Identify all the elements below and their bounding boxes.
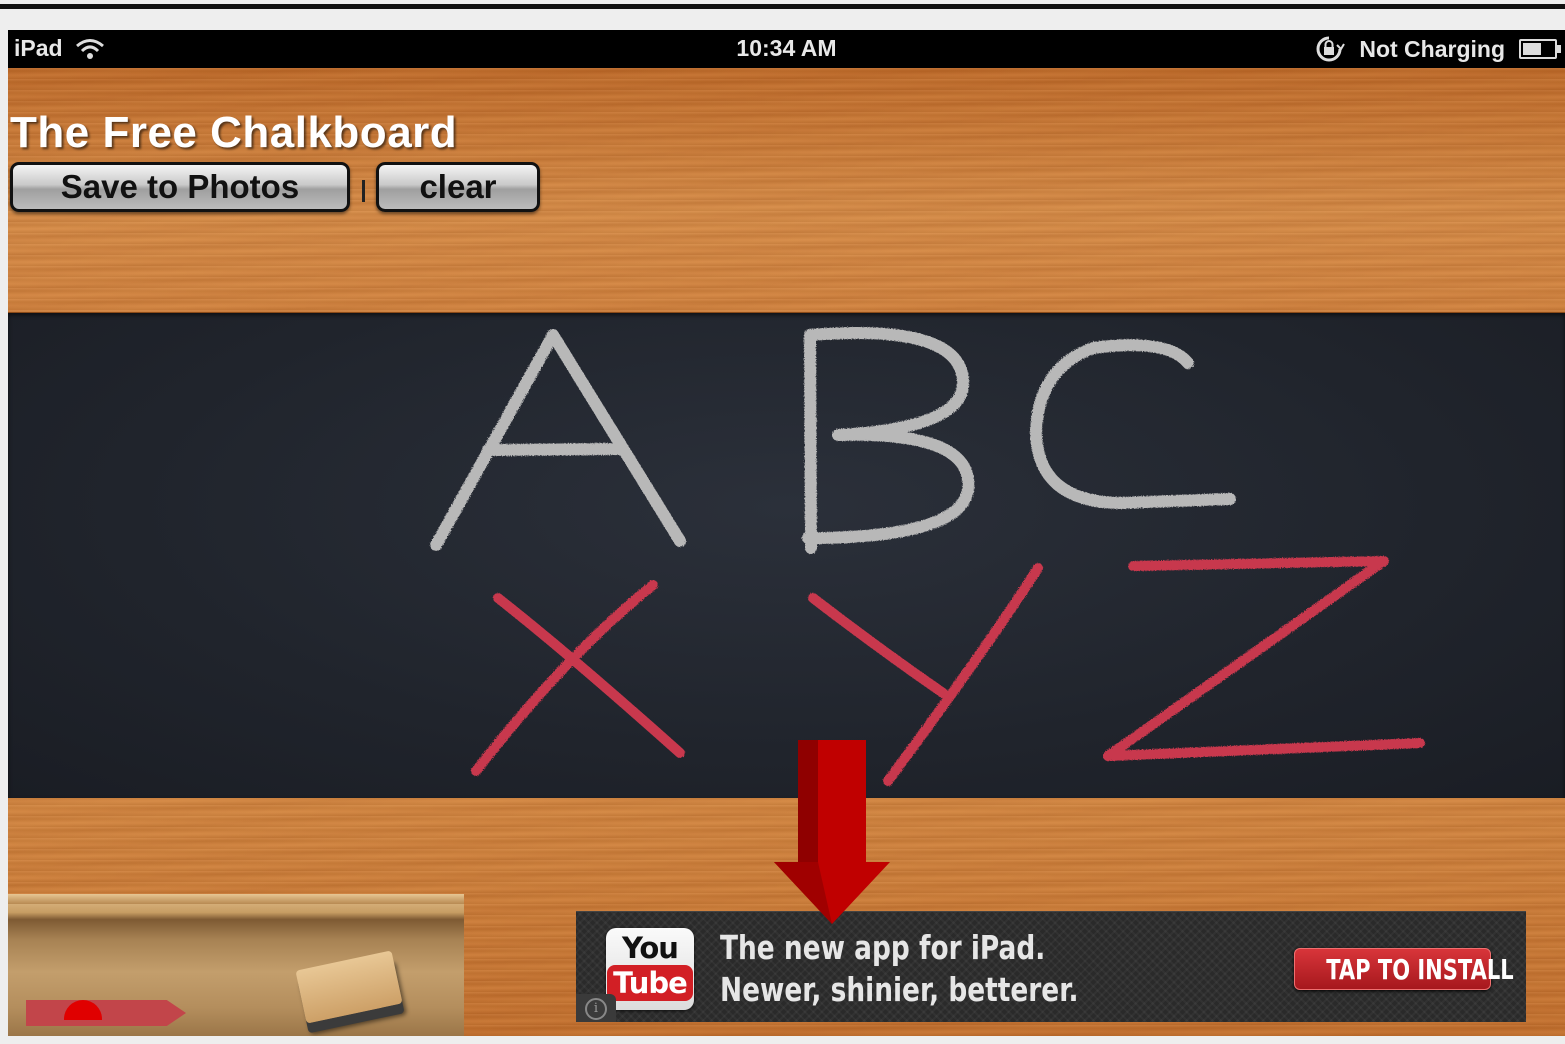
youtube-logo-tube: Tube — [607, 965, 693, 1001]
battery-icon — [1519, 39, 1561, 59]
top-border — [0, 4, 1565, 9]
charging-status: Not Charging — [1359, 35, 1505, 62]
ad-banner[interactable]: You Tube The new app for iPad. Newer, sh… — [576, 911, 1526, 1022]
rotation-lock-icon — [1316, 36, 1346, 62]
tap-to-install-label: TAP TO INSTALL — [1326, 952, 1514, 986]
status-right: Not Charging — [1313, 35, 1561, 63]
clear-button[interactable]: clear — [376, 162, 540, 212]
eraser-icon[interactable] — [295, 950, 403, 1024]
status-bar: iPad 10:34 AM Not Charging — [8, 30, 1565, 68]
tray-ledge — [8, 894, 464, 904]
chalk-letter-a — [430, 329, 686, 551]
tap-to-install-button[interactable]: TAP TO INSTALL — [1294, 948, 1514, 990]
chalk-stick-icon[interactable] — [26, 1000, 186, 1026]
save-to-photos-button[interactable]: Save to Photos — [10, 162, 350, 212]
button-divider — [362, 180, 365, 202]
chalk-drawing — [430, 327, 1425, 786]
ad-headline: The new app for iPad. — [720, 928, 1046, 967]
annotation-arrow-icon — [774, 740, 890, 924]
app-title: The Free Chalkboard — [10, 108, 458, 157]
chalk-letter-b — [802, 327, 975, 554]
youtube-logo-you: You — [622, 931, 679, 965]
ad-tagline: Newer, shinier, betterer. — [720, 970, 1079, 1009]
youtube-logo-icon: You Tube — [606, 928, 694, 1010]
chalkboard[interactable] — [8, 313, 1565, 798]
ad-info-icon[interactable]: i — [576, 994, 616, 1022]
chalk-letter-x — [471, 580, 685, 776]
chalk-letter-c — [1030, 339, 1236, 509]
chalk-letter-z — [1103, 556, 1425, 761]
ipad-screen: iPad 10:34 AM Not Charging The Free Chal… — [8, 30, 1565, 1036]
